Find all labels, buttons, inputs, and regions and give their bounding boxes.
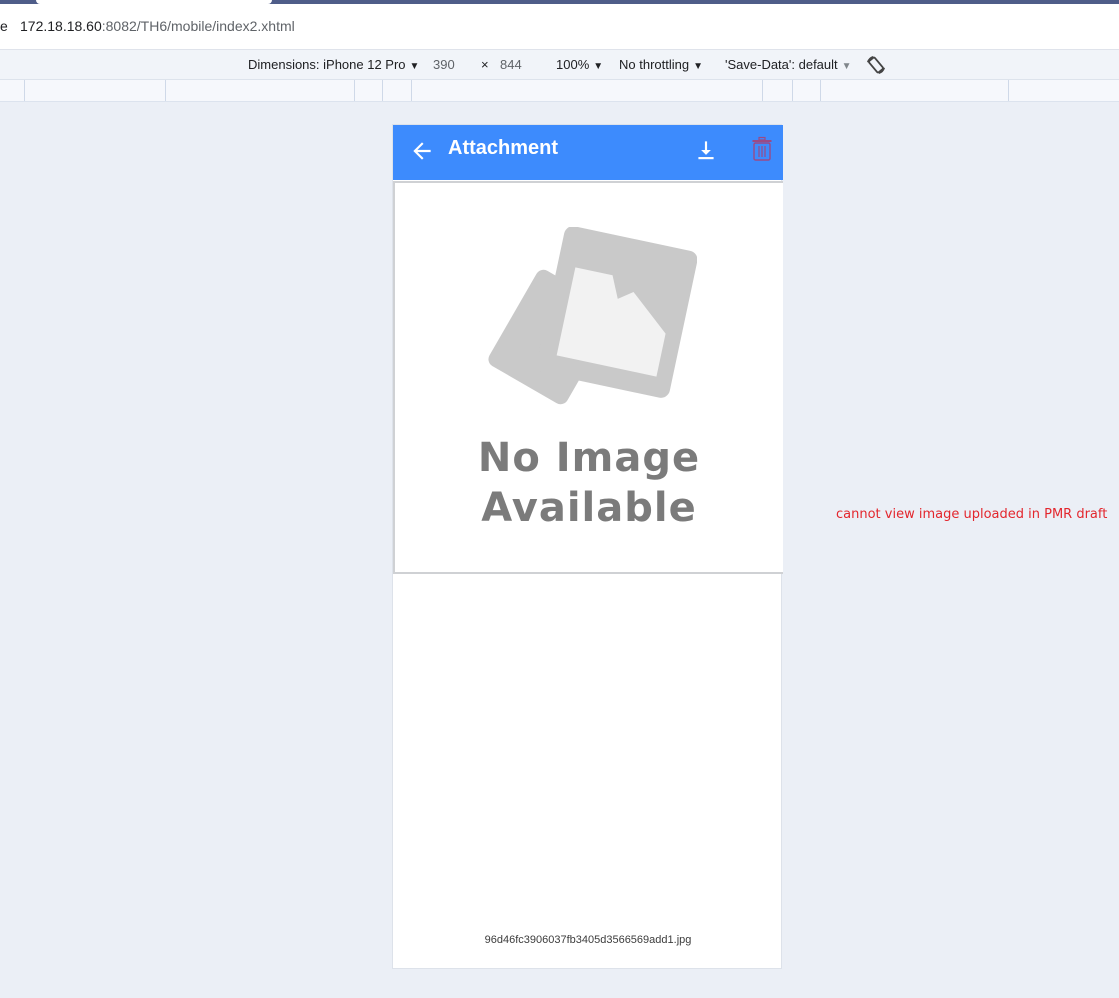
dimensions-dropdown[interactable]: Dimensions: iPhone 12 Pro ▼ (248, 57, 419, 72)
ruler-tick (820, 80, 821, 101)
save-data-label: 'Save-Data': default (725, 57, 838, 72)
annotation-note: cannot view image uploaded in PMR draft (836, 507, 1108, 522)
app-header: Attachment (393, 125, 783, 180)
rotate-device-icon[interactable] (865, 54, 887, 76)
ruler-tick (762, 80, 763, 101)
attachment-image[interactable]: No Image Available (393, 181, 783, 574)
arrow-left-icon[interactable] (409, 138, 435, 164)
url-text[interactable]: 172.18.18.60:8082/TH6/mobile/index2.xhtm… (20, 18, 295, 34)
ruler-tick (354, 80, 355, 101)
ruler-tick (411, 80, 412, 101)
no-image-line1: No Image (477, 435, 701, 481)
photo-placeholder-icon (488, 227, 697, 405)
device-toolbar: Dimensions: iPhone 12 Pro ▼ 390 × 844 100… (0, 50, 1119, 80)
address-bar-lead: e (0, 18, 8, 34)
media-query-ruler (0, 80, 1119, 102)
page-title: Attachment (448, 137, 559, 159)
download-icon[interactable] (693, 137, 719, 163)
caret-down-icon: ▼ (841, 61, 852, 72)
ruler-tick (24, 80, 25, 101)
throttling-dropdown[interactable]: No throttling ▼ (619, 57, 703, 72)
width-input[interactable]: 390 (433, 57, 455, 72)
trash-icon[interactable] (751, 136, 773, 162)
no-image-line2: Available (481, 485, 697, 531)
height-input[interactable]: 844 (500, 57, 522, 72)
save-data-dropdown[interactable]: 'Save-Data': default ▼ (725, 57, 852, 72)
ruler-tick (792, 80, 793, 101)
dimensions-label: Dimensions: iPhone 12 Pro (248, 57, 406, 72)
url-host: 172.18.18.60 (20, 18, 102, 34)
device-viewport: Attachment No Image Available 96d46fc390… (392, 124, 783, 969)
caret-down-icon: ▼ (593, 61, 604, 72)
times-symbol: × (481, 57, 489, 72)
ruler-tick (382, 80, 383, 101)
url-path: :8082/TH6/mobile/index2.xhtml (101, 18, 295, 34)
address-bar[interactable]: e 172.18.18.60:8082/TH6/mobile/index2.xh… (0, 4, 1119, 50)
zoom-dropdown[interactable]: 100% ▼ (556, 57, 603, 72)
throttling-label: No throttling (619, 57, 690, 72)
zoom-label: 100% (556, 57, 590, 72)
ruler-tick (1008, 80, 1009, 101)
caret-down-icon: ▼ (409, 61, 420, 72)
attachment-file-name: 96d46fc3906037fb3405d3566569add1.jpg (484, 934, 692, 946)
caret-down-icon: ▼ (693, 61, 703, 72)
ruler-tick (165, 80, 166, 101)
no-image-text: No Image Available (395, 433, 783, 533)
